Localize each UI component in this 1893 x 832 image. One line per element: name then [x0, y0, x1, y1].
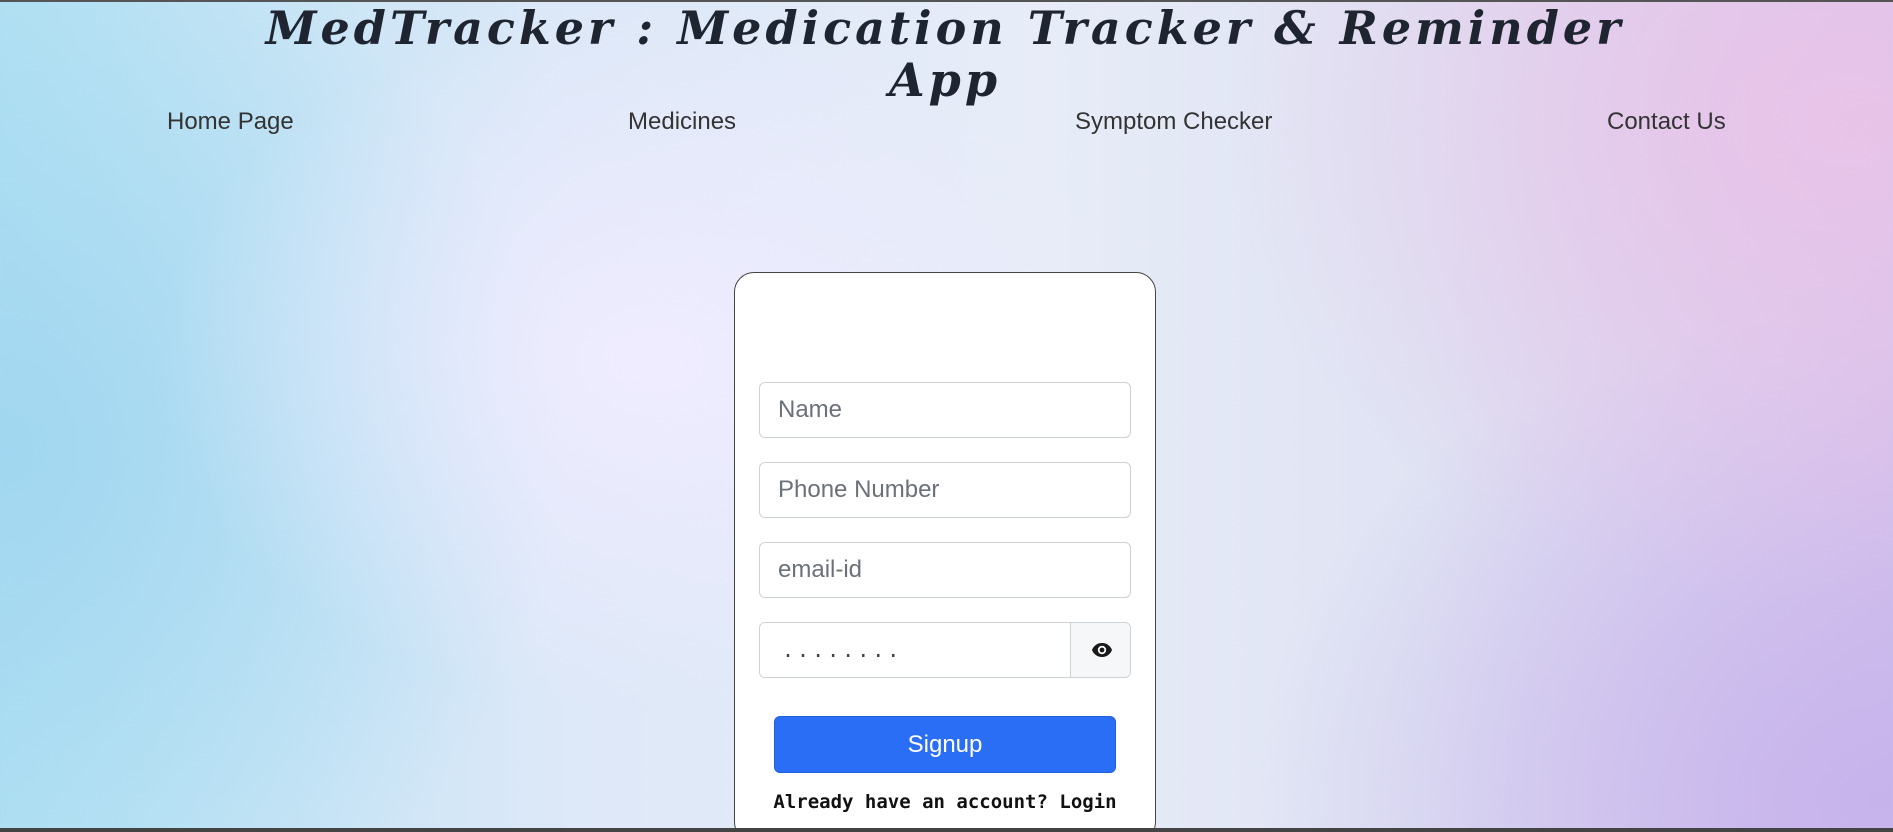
signup-button[interactable]: Signup [774, 716, 1116, 773]
window-bottom-border [0, 828, 1893, 832]
nav-item-symptom-checker[interactable]: Symptom Checker [1075, 108, 1272, 136]
signup-card: Signup Already have an account? Login [734, 272, 1156, 832]
login-link[interactable]: Login [1059, 791, 1116, 813]
password-input[interactable] [760, 623, 1070, 677]
nav-item-contact-us[interactable]: Contact Us [1607, 108, 1726, 136]
nav-item-home[interactable]: Home Page [167, 108, 294, 136]
eye-icon [1091, 643, 1112, 657]
name-input[interactable] [759, 382, 1131, 438]
password-visibility-toggle[interactable] [1070, 623, 1130, 677]
account-prompt-text: Already have an account? [773, 791, 1048, 813]
phone-number-input[interactable] [759, 462, 1131, 518]
login-prompt: Already have an account? Login [735, 791, 1155, 813]
app-header: MedTracker : Medication Tracker & Remind… [250, 2, 1640, 106]
password-field-group [759, 622, 1131, 678]
email-input[interactable] [759, 542, 1131, 598]
nav-item-medicines[interactable]: Medicines [628, 108, 736, 136]
page-title: MedTracker : Medication Tracker & Remind… [265, 1, 1625, 107]
